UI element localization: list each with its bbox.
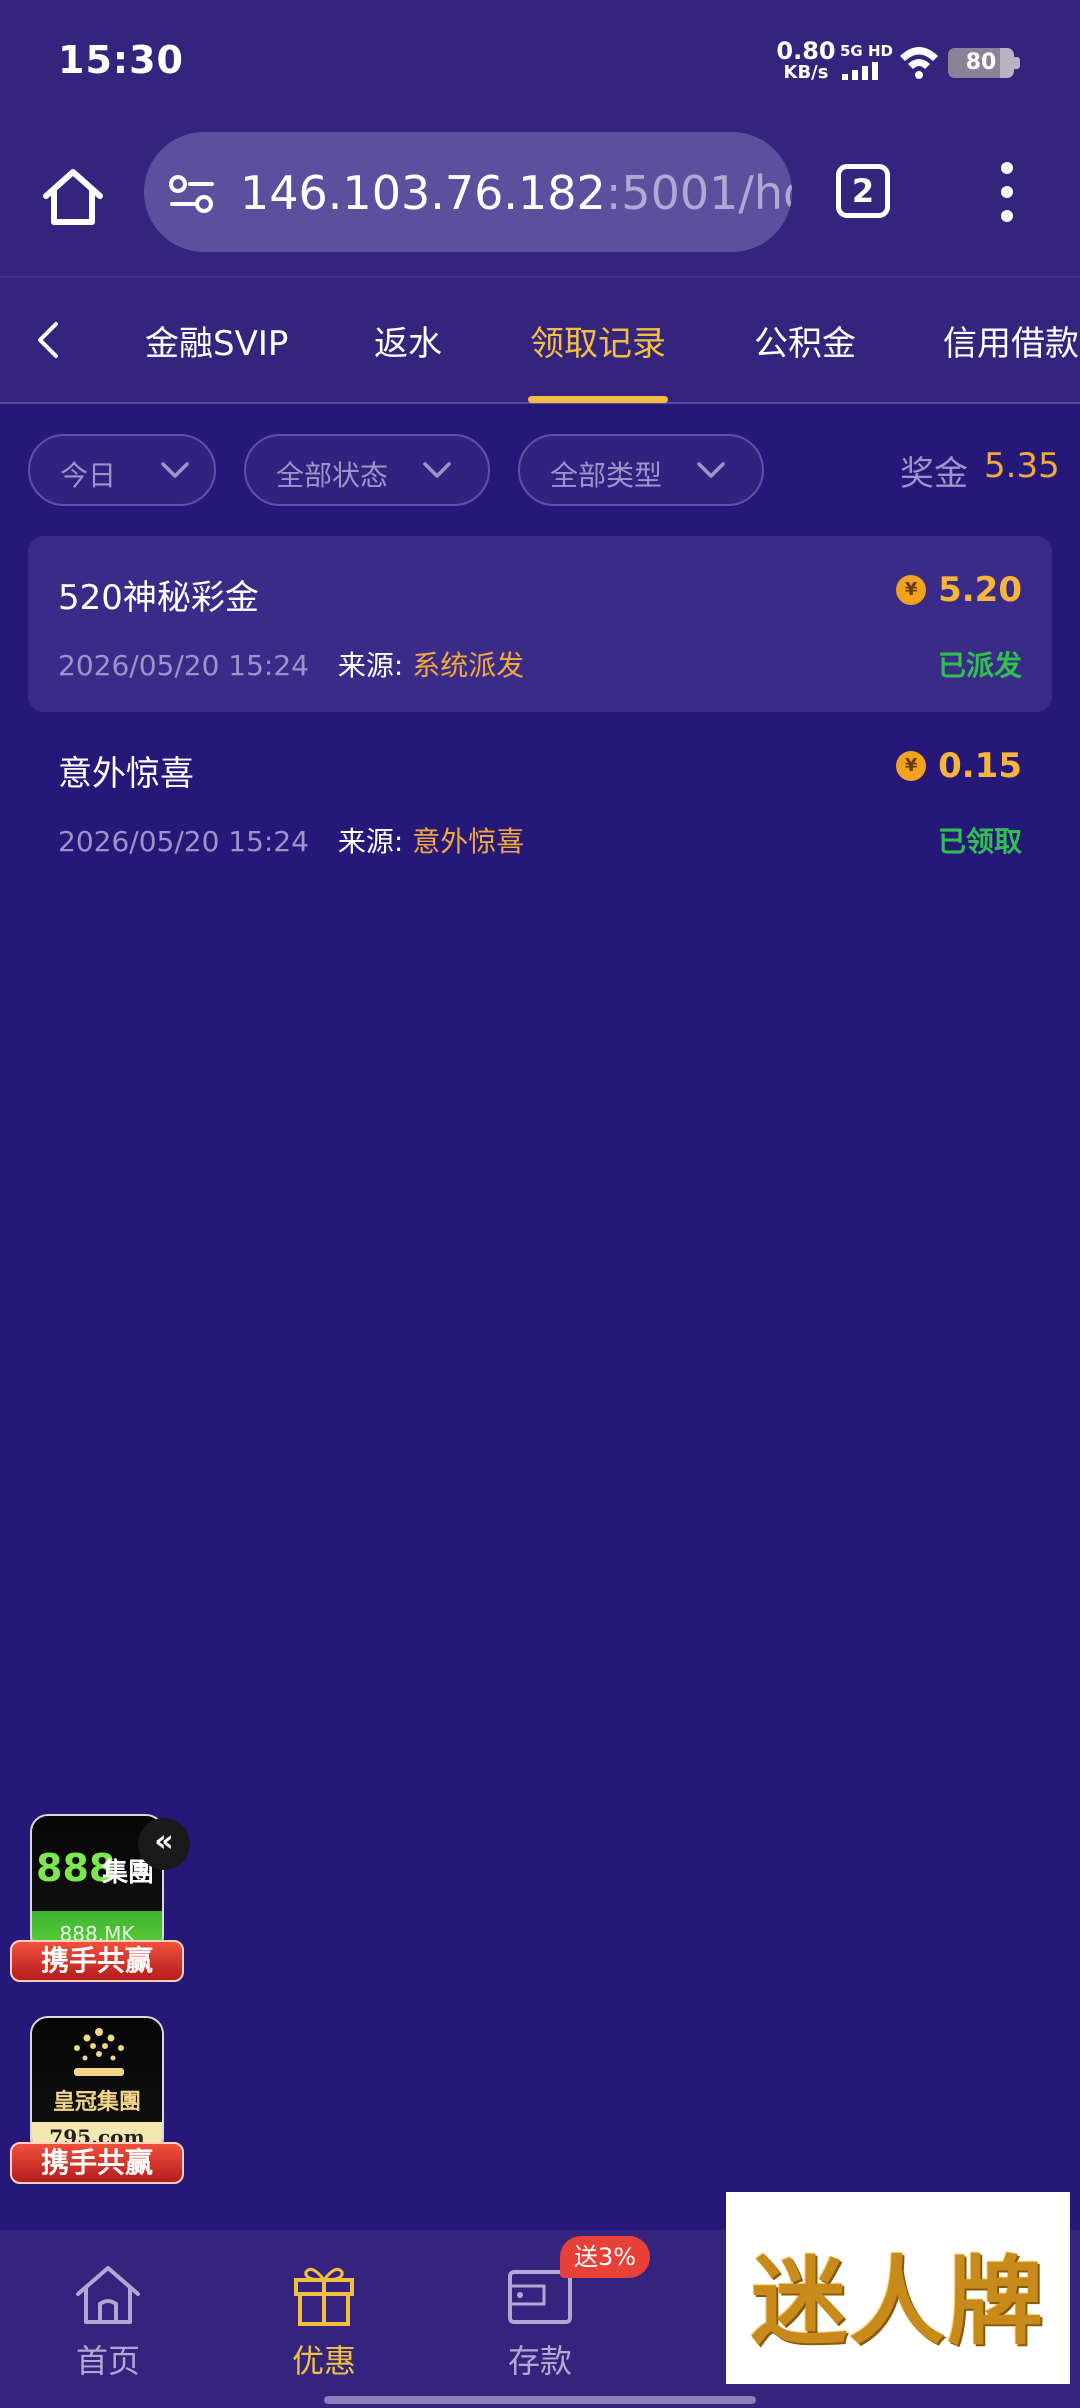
date-filter-dropdown[interactable]: 今日 [28, 434, 216, 506]
floating-ad-888[interactable]: 888 集團 888.MK 携手共赢 « [10, 1814, 190, 1984]
record-source: 意外惊喜 [412, 825, 525, 858]
signal-icon: 5G HD [840, 42, 893, 82]
record-meta: 2026/05/20 15:24 来源: 意外惊喜 [58, 825, 525, 858]
browser-toolbar: 146.103.76.182:5001/hom 2 [0, 124, 1080, 276]
gift-icon [294, 2267, 354, 2326]
brand-logo-text: 迷人牌 [751, 2245, 1045, 2358]
nav-deposit[interactable]: 存款 [480, 2260, 600, 2382]
network-speed: 0.80 KB/s [776, 37, 836, 83]
status-bar: 15:30 0.80 KB/s 5G HD 80 [0, 0, 1080, 124]
record-date: 2026/05/20 15:24 [58, 825, 309, 858]
status-time: 15:30 [58, 38, 184, 82]
record-title: 意外惊喜 [58, 754, 194, 794]
record-item[interactable]: 520神秘彩金 ¥ 5.20 2026/05/20 15:24 来源: 系统派发… [28, 536, 1052, 712]
brand-overlay: 迷人牌 [726, 2192, 1070, 2384]
bonus-total-label: 奖金 [900, 454, 968, 494]
ad-ribbon: 携手共赢 [10, 1940, 184, 1982]
nav-home[interactable]: 首页 [48, 2260, 168, 2382]
site-settings-icon[interactable] [168, 174, 216, 214]
record-date: 2026/05/20 15:24 [58, 649, 309, 682]
coin-icon: ¥ [896, 751, 927, 781]
gesture-bar [324, 2396, 756, 2404]
type-filter-dropdown[interactable]: 全部类型 [518, 434, 764, 506]
more-menu-icon[interactable] [986, 160, 1030, 224]
floating-ad-crown[interactable]: 皇冠集團 795.com 携手共赢 [10, 2016, 184, 2186]
record-status: 已派发 [937, 649, 1022, 682]
coin-icon: ¥ [896, 575, 927, 605]
url-bar[interactable]: 146.103.76.182:5001/hom [144, 132, 792, 252]
chevron-left-icon[interactable] [28, 318, 68, 362]
deposit-bonus-badge: 送3% [560, 2236, 651, 2278]
tab-count-button[interactable]: 2 [836, 164, 890, 218]
record-amount: ¥ 5.20 [896, 570, 1022, 610]
tab-credit-loan[interactable]: 信用借款 [943, 316, 1079, 365]
record-status: 已领取 [937, 825, 1022, 858]
tab-provident-fund[interactable]: 公积金 [754, 316, 856, 365]
tab-finance-svip[interactable]: 金融SVIP [145, 316, 288, 365]
ad-crown-logo[interactable]: 皇冠集團 795.com [30, 2016, 164, 2156]
record-source: 系统派发 [412, 649, 525, 682]
chevron-down-icon [697, 462, 725, 478]
record-amount: ¥ 0.15 [896, 746, 1022, 786]
record-title: 520神秘彩金 [58, 578, 259, 618]
record-meta: 2026/05/20 15:24 来源: 系统派发 [58, 649, 525, 682]
category-tabs: 金融SVIP 返水 领取记录 公积金 信用借款 [0, 276, 1080, 404]
tab-rebate[interactable]: 返水 [374, 316, 442, 365]
active-tab-indicator [528, 396, 668, 403]
chevron-down-icon [423, 462, 451, 478]
bonus-total-value: 5.35 [984, 446, 1060, 486]
chevron-down-icon [161, 462, 189, 478]
wifi-icon [900, 47, 938, 79]
tab-claim-records[interactable]: 领取记录 [530, 316, 666, 365]
url-text[interactable]: 146.103.76.182:5001/hom [240, 166, 792, 220]
record-item[interactable]: 意外惊喜 ¥ 0.15 2026/05/20 15:24 来源: 意外惊喜 已领… [28, 712, 1052, 888]
nav-promotions[interactable]: 优惠 [264, 2260, 384, 2382]
ad-ribbon: 携手共赢 [10, 2142, 184, 2184]
collapse-ads-icon[interactable]: « [138, 1818, 190, 1870]
status-filter-dropdown[interactable]: 全部状态 [244, 434, 490, 506]
home-icon[interactable] [38, 162, 108, 232]
crown-icon [74, 2028, 124, 2076]
home-icon [76, 2266, 140, 2324]
battery-icon: 80 [948, 48, 1020, 78]
